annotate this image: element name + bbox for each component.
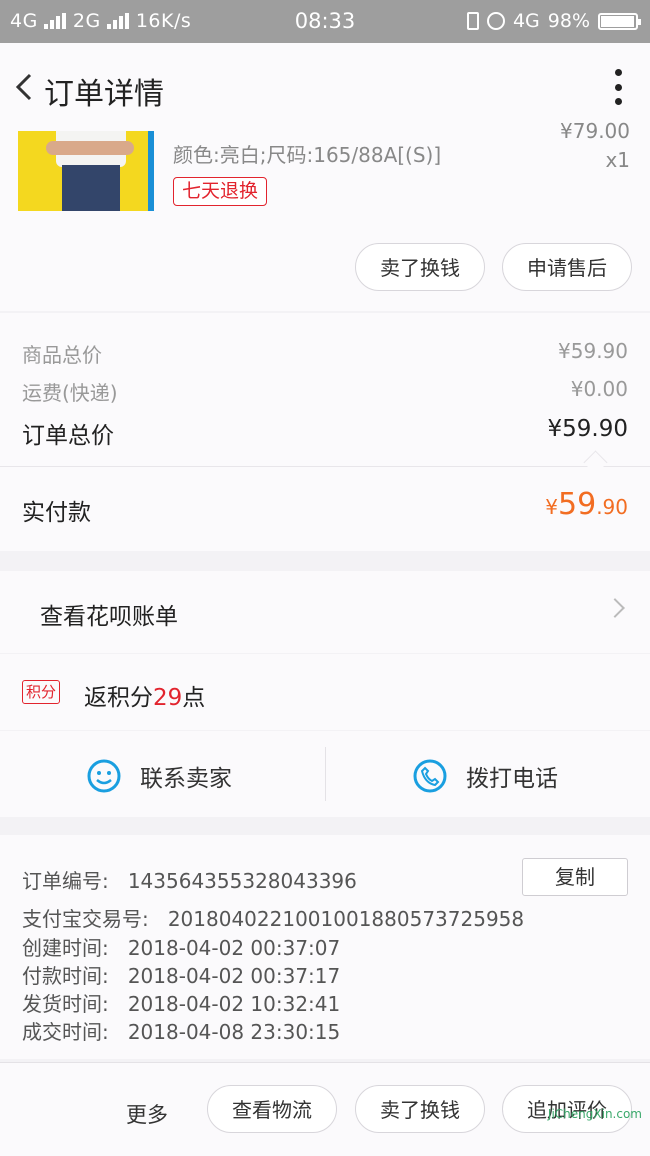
shipped-time: 2018-04-02 10:32:41 (127, 992, 341, 1016)
created-row: 创建时间: 2018-04-02 00:37:07 (22, 932, 340, 961)
after-sales-button[interactable]: 申请售后 (502, 243, 632, 291)
contact-bar: 联系卖家 拨打电话 (0, 731, 650, 817)
status-right: 4G 98% (466, 10, 641, 32)
seven-day-return-badge: 七天退换 (173, 177, 268, 206)
order-number: 143564355328043396 (127, 869, 357, 893)
points-suffix: 点 (182, 685, 206, 711)
back-arrow-icon[interactable] (10, 69, 46, 105)
points-prefix: 返积分 (84, 685, 153, 711)
sell-for-cash-button[interactable]: 卖了换钱 (355, 243, 485, 291)
paid-row: 付款时间: 2018-04-02 00:37:17 (22, 960, 340, 989)
shipped-row: 发货时间: 2018-04-02 10:32:41 (22, 988, 340, 1017)
paid-currency: ¥ (545, 495, 558, 519)
call-phone-label: 拨打电话 (466, 766, 558, 792)
done-time: 2018-04-08 23:30:15 (127, 1020, 341, 1044)
points-badge: 积分 (22, 680, 61, 704)
created-time: 2018-04-02 00:37:07 (127, 936, 341, 960)
product-spec: 颜色:亮白;尺码:165/88A[(S)] (173, 143, 442, 167)
contact-divider (325, 747, 326, 801)
paid-time: 2018-04-02 00:37:17 (127, 964, 341, 988)
summary-divider (0, 466, 650, 467)
order-total-value: ¥59.90 (547, 416, 628, 442)
nav-header: 订单详情 (0, 43, 650, 131)
alipay-number: 2018040221001001880573725958 (167, 907, 525, 931)
paid-amount: ¥59.90 (545, 487, 628, 522)
contact-seller-label: 联系卖家 (140, 766, 232, 792)
paid-int: 59 (558, 487, 597, 522)
paid-label: 实付款 (22, 500, 91, 526)
watermark: JiChengXin.com (547, 1107, 642, 1121)
more-link[interactable]: 更多 (126, 1099, 168, 1129)
product-card[interactable]: 颜色:亮白;尺码:165/88A[(S)] 七天退换 ¥79.00 x1 卖了换… (0, 119, 650, 311)
sell-for-cash-bottom-button[interactable]: 卖了换钱 (355, 1085, 485, 1133)
more-menu-icon[interactable] (614, 69, 622, 105)
copy-button[interactable]: 复制 (522, 858, 628, 896)
vibrate-icon (466, 12, 479, 30)
points-text: 返积分29点 (84, 678, 205, 712)
created-label: 创建时间: (22, 936, 109, 960)
goods-total-value: ¥59.90 (558, 339, 628, 363)
points-row: 积分 返积分29点 (0, 654, 650, 730)
price-summary: 商品总价 ¥59.90 运费(快递) ¥0.00 订单总价 ¥59.90 实付款… (0, 313, 650, 551)
battery-icon (598, 12, 641, 30)
product-image[interactable] (18, 131, 154, 211)
page-title: 订单详情 (44, 77, 164, 112)
goods-total-label: 商品总价 (22, 343, 102, 367)
alipay-row: 支付宝交易号: 2018040221001001880573725958 (22, 903, 524, 932)
phone-icon (413, 759, 447, 793)
order-info: 订单编号: 143564355328043396 复制 支付宝交易号: 2018… (0, 835, 650, 1059)
order-number-row: 订单编号: 143564355328043396 (22, 865, 357, 894)
network-right-label: 4G (512, 10, 540, 32)
points-number: 29 (153, 685, 183, 711)
product-price: ¥79.00 (560, 119, 630, 143)
chevron-right-icon (605, 598, 625, 618)
paid-time-label: 付款时间: (22, 964, 109, 988)
status-bar: 4G 2G 16K/s 08:33 4G 98% (0, 0, 650, 43)
contact-seller-button[interactable]: 联系卖家 (86, 758, 232, 794)
alipay-label: 支付宝交易号: (22, 907, 149, 931)
alarm-icon (486, 12, 505, 30)
battery-percent: 98% (547, 10, 590, 32)
pointer-caret-icon (583, 450, 608, 475)
call-phone-button[interactable]: 拨打电话 (412, 758, 558, 794)
order-number-label: 订单编号: (22, 869, 109, 893)
huabei-bill-row[interactable]: 查看花呗账单 (0, 571, 650, 653)
paid-dec: .90 (596, 495, 628, 519)
shipped-label: 发货时间: (22, 992, 109, 1016)
done-row: 成交时间: 2018-04-08 23:30:15 (22, 1016, 340, 1045)
order-total-label: 订单总价 (22, 423, 114, 449)
chat-face-icon (87, 759, 121, 793)
product-quantity: x1 (605, 148, 630, 172)
huabei-label: 查看花呗账单 (40, 604, 178, 630)
bottom-action-bar: 更多 查看物流 卖了换钱 追加评价 JiChengXin.com (0, 1062, 650, 1156)
view-logistics-button[interactable]: 查看物流 (207, 1085, 337, 1133)
done-label: 成交时间: (22, 1020, 109, 1044)
shipping-label: 运费(快递) (22, 381, 118, 405)
shipping-value: ¥0.00 (570, 377, 628, 401)
